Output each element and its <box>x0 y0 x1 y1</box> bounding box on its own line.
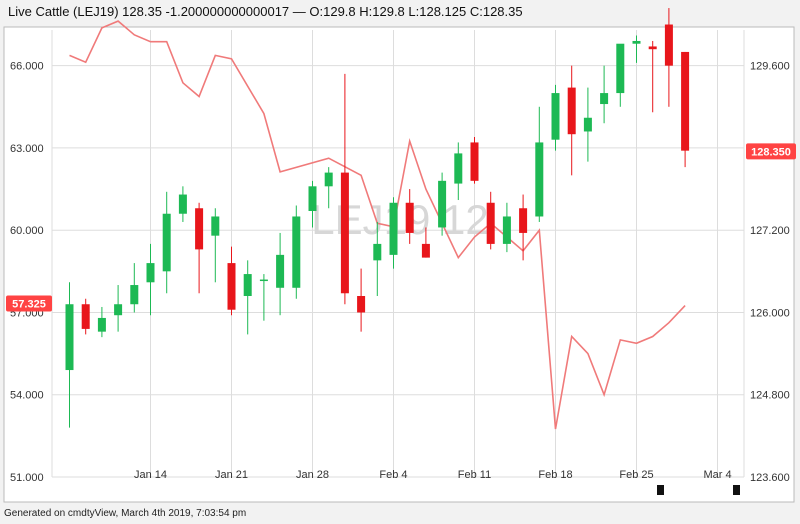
x-tick-label: Feb 4 <box>379 469 407 481</box>
candle-body <box>324 172 333 187</box>
candle-body <box>502 216 511 244</box>
candle-body <box>357 296 366 313</box>
left-tick-label: 51.000 <box>10 472 44 484</box>
footer-text: Generated on cmdtyView, March 4th 2019, … <box>4 508 247 519</box>
x-tick-label: Jan 28 <box>296 469 329 481</box>
candle-body <box>583 117 592 132</box>
price-chart[interactable]: LEJ19 12 66.00063.00060.00057.00054.0005… <box>0 0 800 524</box>
x-tick-label: Jan 14 <box>134 469 167 481</box>
x-tick-label: Feb 25 <box>619 469 653 481</box>
candle-body <box>211 216 220 236</box>
x-tick-label: Feb 11 <box>458 469 491 481</box>
candle-body <box>259 279 268 282</box>
right-tick-label: 127.200 <box>750 225 790 237</box>
week-marker-icon <box>657 485 664 495</box>
candle-body <box>308 186 317 211</box>
candle-body <box>421 243 430 258</box>
candle-body <box>616 43 625 94</box>
left-tick-label: 66.000 <box>10 61 44 73</box>
left-tick-label: 54.000 <box>10 390 44 402</box>
chart-watermark: LEJ19 12 <box>311 196 488 243</box>
candle-body <box>340 172 349 294</box>
x-tick-label: Jan 21 <box>215 469 248 481</box>
candle-body <box>243 274 252 297</box>
candle-body <box>292 216 301 288</box>
x-tick-label: Feb 18 <box>538 469 572 481</box>
candle-body <box>535 142 544 217</box>
candle-body <box>632 40 641 44</box>
right-tick-label: 126.000 <box>750 307 790 319</box>
candle-body <box>567 87 576 135</box>
candle-body <box>405 202 414 233</box>
candle-body <box>664 24 673 66</box>
candle-body <box>389 202 398 255</box>
candle-body <box>486 202 495 244</box>
candle-body <box>195 208 204 250</box>
candle-body <box>130 285 139 305</box>
candle-body <box>227 263 236 310</box>
candle-body <box>470 142 479 181</box>
right-tick-label: 124.800 <box>750 390 790 402</box>
plot-frame <box>3 26 795 503</box>
candle-body <box>178 194 187 214</box>
candle-body <box>373 243 382 261</box>
left-tick-label: 60.000 <box>10 225 44 237</box>
candle-body <box>81 304 90 329</box>
candle-body <box>114 304 123 316</box>
candle-body <box>438 180 447 228</box>
candle-body <box>519 208 528 233</box>
candle-body <box>454 153 463 184</box>
candle-body <box>146 263 155 283</box>
right-last-value-label: 128.350 <box>751 146 791 158</box>
left-last-value-label: 57.325 <box>12 299 46 311</box>
candle-body <box>65 304 74 371</box>
candle-body <box>648 46 657 50</box>
candle-body <box>551 93 560 140</box>
right-tick-label: 129.600 <box>750 61 790 73</box>
candle-body <box>97 317 106 332</box>
candle-body <box>162 213 171 272</box>
candle-body <box>600 93 609 105</box>
right-tick-label: 123.600 <box>750 472 790 484</box>
left-tick-label: 63.000 <box>10 143 44 155</box>
candle-body <box>276 254 285 288</box>
candle-body <box>681 51 690 151</box>
x-tick-label: Mar 4 <box>703 469 731 481</box>
week-marker-icon <box>733 485 740 495</box>
